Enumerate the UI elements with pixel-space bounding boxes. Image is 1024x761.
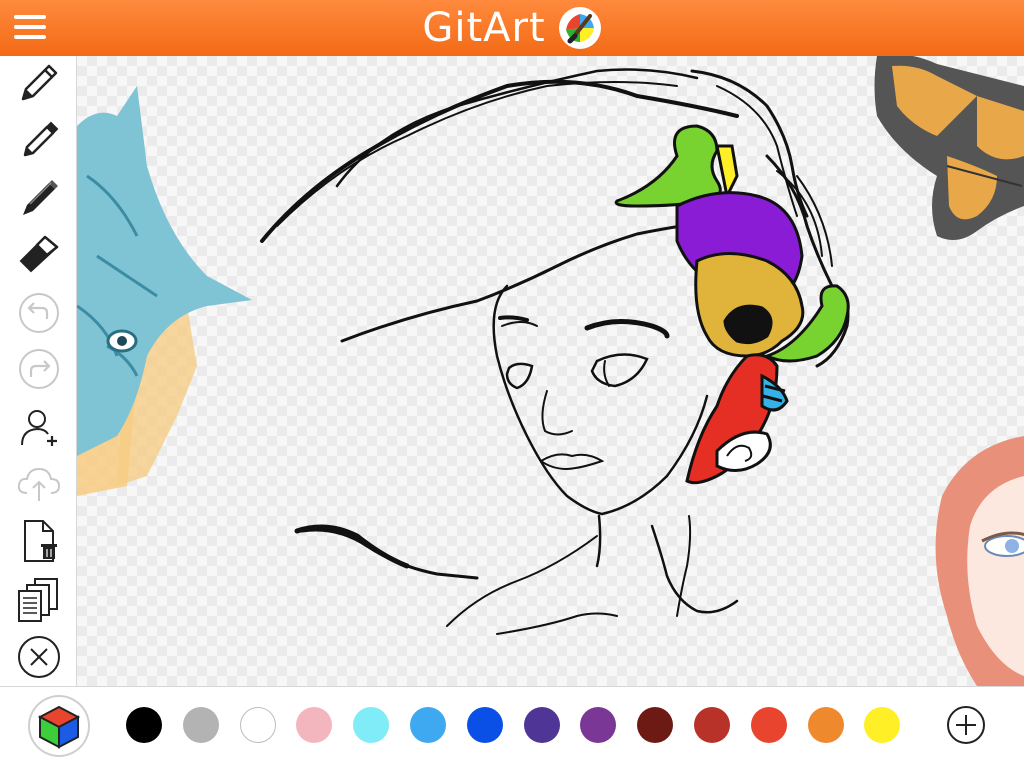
copy-pages-button[interactable] [14,574,64,624]
close-circle-icon [16,634,62,680]
eraser-icon [17,231,61,275]
drawing-canvas[interactable] [77,56,1024,686]
cloud-upload-icon [15,461,63,505]
colored-hair [616,126,848,483]
plus-circle-icon [946,705,986,745]
pencil-icon [17,61,61,105]
pen-tool[interactable] [14,114,64,164]
app-title: GitArt [422,5,545,51]
color-swatch[interactable] [524,707,560,743]
add-user-button[interactable] [14,402,64,452]
red-haired-girl-sticker [936,436,1024,686]
title-group: GitArt [0,0,1024,56]
color-swatch[interactable] [580,707,616,743]
add-color-button[interactable] [946,705,986,745]
color-swatch[interactable] [183,707,219,743]
redo-icon [17,347,61,391]
pages-copy-icon [15,575,63,623]
redo-button[interactable] [14,344,64,394]
tool-sidebar [0,56,77,686]
close-button[interactable] [14,632,64,682]
blue-wolf-sticker [77,86,252,496]
eraser-tool[interactable] [14,228,64,278]
marker-tool[interactable] [14,172,64,222]
color-swatch[interactable] [240,707,276,743]
undo-icon [17,291,61,335]
pencil-tool[interactable] [14,58,64,108]
color-swatch[interactable] [751,707,787,743]
add-user-icon [17,405,61,449]
pen-icon [17,117,61,161]
page-trash-icon [17,517,61,565]
canvas-artwork [77,56,1024,686]
color-palette [0,686,1024,761]
color-swatch[interactable] [296,707,332,743]
upload-cloud-button[interactable] [14,458,64,508]
color-swatch[interactable] [808,707,844,743]
color-picker-button[interactable] [30,697,88,755]
color-swatch[interactable] [864,707,900,743]
marker-icon [17,175,61,219]
color-swatch[interactable] [467,707,503,743]
color-cube-icon [30,697,88,755]
color-swatch[interactable] [410,707,446,743]
color-swatch[interactable] [353,707,389,743]
color-swatch[interactable] [637,707,673,743]
paintbrush-logo-icon [558,6,602,50]
undo-button[interactable] [14,288,64,338]
delete-page-button[interactable] [14,516,64,566]
top-bar: GitArt [0,0,1024,56]
color-swatch[interactable] [126,707,162,743]
monarch-butterfly-sticker [875,56,1024,240]
color-swatch[interactable] [694,707,730,743]
